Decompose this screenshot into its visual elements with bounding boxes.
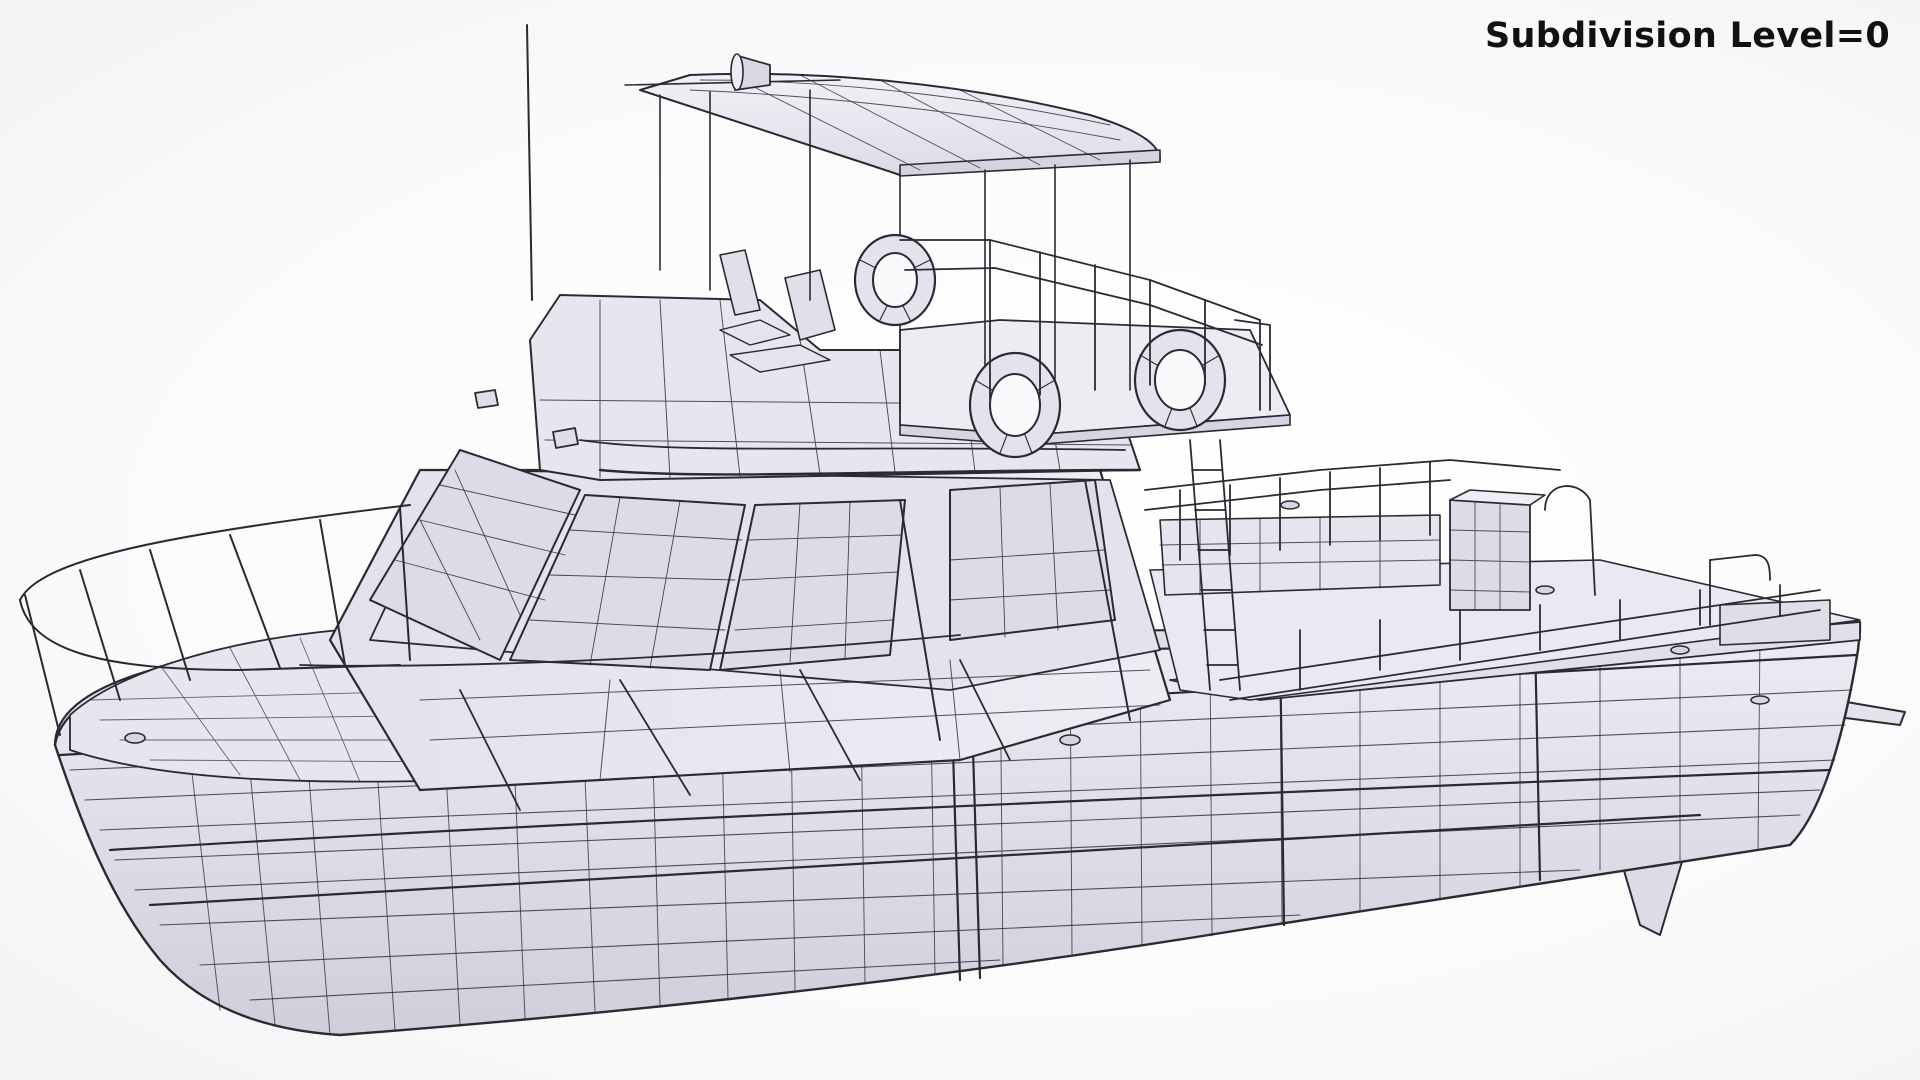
subdivision-level-caption: Subdivision Level=0 — [1485, 16, 1890, 56]
render-viewport: Subdivision Level=0 — [0, 0, 1920, 1080]
boat-wireframe-render — [19, 24, 1906, 1037]
